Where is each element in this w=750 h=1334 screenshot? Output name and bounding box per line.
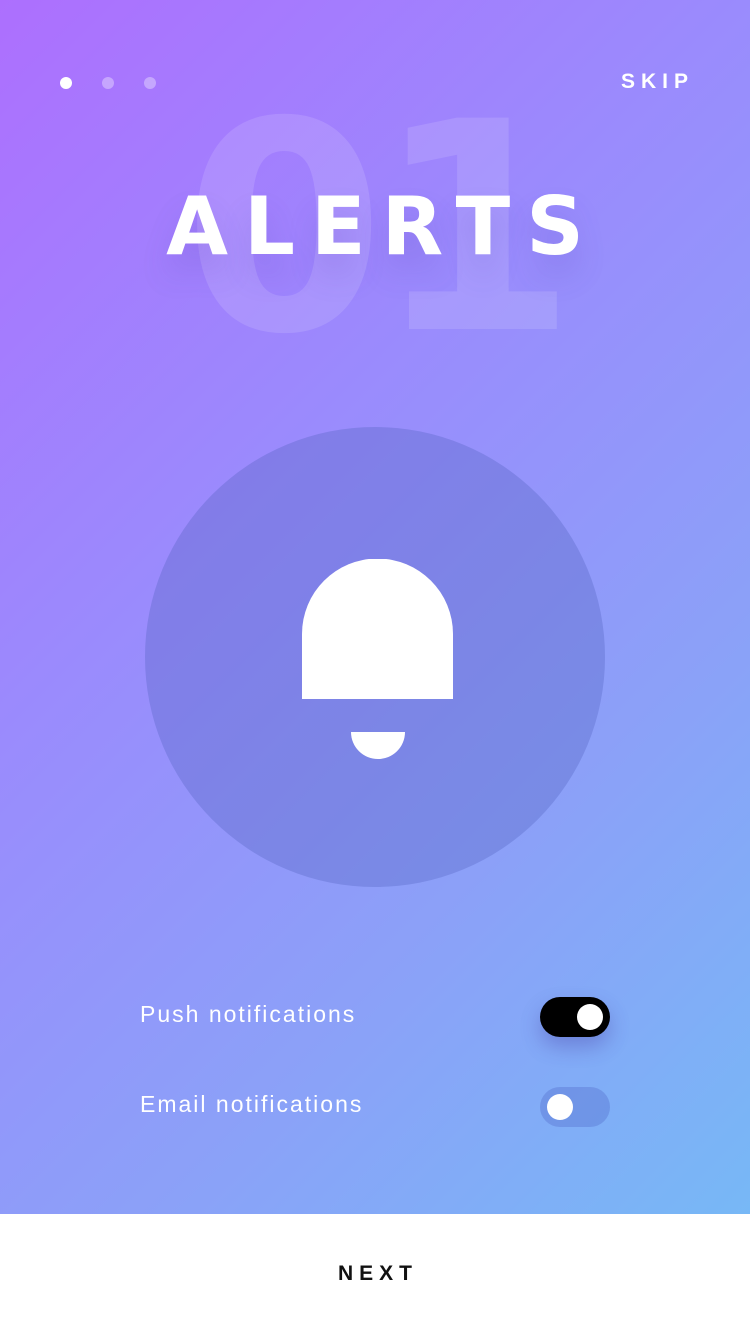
email-notifications-row: Email notifications: [140, 1087, 610, 1127]
push-notifications-toggle[interactable]: [540, 997, 610, 1037]
push-notifications-label: Push notifications: [140, 1001, 357, 1027]
toggle-knob: [547, 1094, 573, 1120]
email-notifications-label: Email notifications: [140, 1091, 364, 1117]
onboarding-screen: SKIP 01 ALERTS Push notifications Email …: [0, 0, 750, 1214]
next-button[interactable]: NEXT: [0, 1262, 750, 1286]
toggle-knob: [577, 1004, 603, 1030]
email-notifications-toggle[interactable]: [540, 1087, 610, 1127]
bell-icon: [302, 559, 453, 759]
footer-bar: NEXT: [0, 1214, 750, 1334]
page-title: ALERTS: [166, 180, 600, 273]
push-notifications-row: Push notifications: [140, 997, 610, 1037]
